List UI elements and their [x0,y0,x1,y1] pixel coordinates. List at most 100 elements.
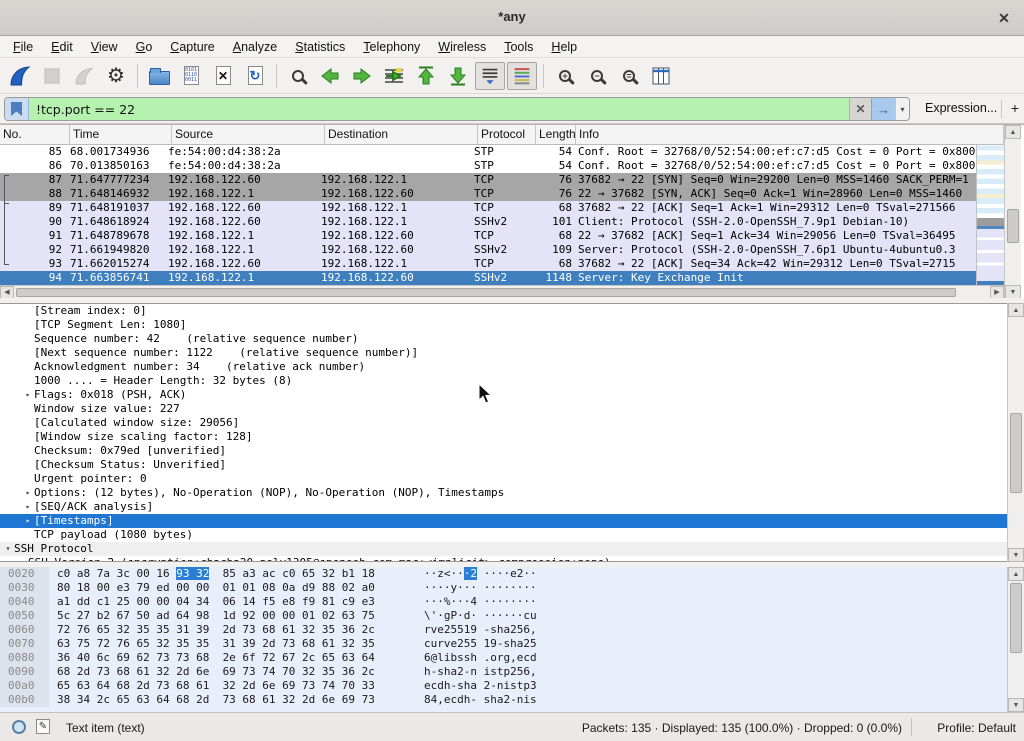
hex-ascii[interactable]: ···%···4 ········ [416,595,537,609]
scrollbar-thumb[interactable] [1010,583,1022,653]
menu-edit[interactable]: Edit [42,37,82,58]
close-file-icon[interactable]: ✕ [208,62,238,90]
menu-view[interactable]: View [82,37,127,58]
hex-scrollbar[interactable]: ▲ ▼ [1007,567,1024,712]
hex-ascii[interactable]: \'·gP·d· ······cu [416,609,537,623]
filter-clear-icon[interactable]: ✕ [849,98,871,120]
hex-ascii[interactable]: ecdh-sha 2-nistp3 [416,679,537,693]
next-packet-icon[interactable] [347,62,377,90]
hex-row[interactable]: 006072 76 65 32 35 35 31 39 2d 73 68 61 … [0,623,1024,637]
filter-bookmark-icon[interactable] [5,98,29,120]
detail-line[interactable]: Checksum: 0x79ed [unverified] [0,444,1024,458]
scroll-down-icon[interactable]: ▼ [1005,285,1021,299]
resize-columns-icon[interactable] [646,62,676,90]
hex-row[interactable]: 0040a1 dd c1 25 00 00 04 34 06 14 f5 e8 … [0,595,1024,609]
scroll-up-icon[interactable]: ▲ [1008,567,1024,581]
expert-info-icon[interactable] [12,720,26,734]
hex-bytes[interactable]: 65 63 64 68 2d 73 68 61 32 2d 6e 69 73 7… [49,679,416,693]
column-source[interactable]: Source [172,125,325,144]
detail-line[interactable]: Acknowledgment number: 34 (relative ack … [0,360,1024,374]
menu-statistics[interactable]: Statistics [286,37,354,58]
packet-row[interactable]: 8871.648146932192.168.122.1192.168.122.6… [0,187,976,201]
detail-line[interactable]: [Calculated window size: 29056] [0,416,1024,430]
detail-line[interactable]: [Next sequence number: 1122 (relative se… [0,346,1024,360]
hex-ascii-selected[interactable]: ·2 [464,567,477,580]
detail-line[interactable]: Sequence number: 42 (relative sequence n… [0,332,1024,346]
detail-line[interactable]: [Window size scaling factor: 128] [0,430,1024,444]
hex-bytes[interactable]: 80 18 00 e3 79 ed 00 00 01 01 08 0a d9 8… [49,581,416,595]
status-profile[interactable]: Profile: Default [937,721,1016,735]
packet-row[interactable]: 8568.001734936fe:54:00:d4:38:2aSTP54Conf… [0,145,976,159]
hex-ascii[interactable]: 84,ecdh- sha2-nis [416,693,537,707]
go-to-packet-icon[interactable] [379,62,409,90]
hex-ascii[interactable]: ··z<·· [424,567,464,580]
previous-packet-icon[interactable] [315,62,345,90]
detail-line[interactable]: ▸[SEQ/ACK analysis] [0,500,1024,514]
first-packet-icon[interactable] [411,62,441,90]
packet-row-selected[interactable]: 9471.663856741192.168.122.1192.168.122.6… [0,271,976,285]
hex-ascii[interactable]: rve25519 -sha256, [416,623,537,637]
save-file-icon[interactable]: 010101100011 [176,62,206,90]
capture-options-icon[interactable]: ⚙ [101,62,131,90]
packet-row[interactable]: 9271.661949820192.168.122.1192.168.122.6… [0,243,976,257]
detail-line[interactable]: ▸Flags: 0x018 (PSH, ACK) [0,388,1024,402]
menu-file[interactable]: File [4,37,42,58]
last-packet-icon[interactable] [443,62,473,90]
menu-go[interactable]: Go [127,37,162,58]
hex-bytes[interactable]: 38 34 2c 65 63 64 68 2d 73 68 61 32 2d 6… [49,693,416,707]
open-file-icon[interactable] [144,62,174,90]
column-no[interactable]: No. [0,125,70,144]
close-icon[interactable]: ✕ [994,8,1014,28]
packet-list-scrollbar[interactable]: ▲ ▼ [1004,125,1021,299]
display-filter-input[interactable]: !tcp.port == 22 [29,98,849,120]
menu-tools[interactable]: Tools [495,37,542,58]
hex-bytes[interactable]: 85 a3 ac c0 65 32 b1 18 [209,567,375,580]
detail-line[interactable]: Window size value: 227 [0,402,1024,416]
detail-line-selected[interactable]: ▸[Timestamps] [0,514,1024,528]
filter-apply-icon[interactable]: → [871,98,895,120]
hex-row[interactable]: 007063 75 72 76 65 32 35 35 31 39 2d 73 … [0,637,1024,651]
scrollbar-thumb[interactable] [16,288,956,297]
detail-line[interactable]: [Checksum Status: Unverified] [0,458,1024,472]
menu-capture[interactable]: Capture [161,37,223,58]
reload-file-icon[interactable]: ↻ [240,62,270,90]
detail-line[interactable]: [TCP Segment Len: 1080] [0,318,1024,332]
detail-line[interactable]: Urgent pointer: 0 [0,472,1024,486]
colorize-icon[interactable] [507,62,537,90]
intelligent-scrollbar-minimap[interactable] [976,145,1004,285]
menu-help[interactable]: Help [542,37,586,58]
hex-bytes[interactable]: 5c 27 b2 67 50 ad 64 98 1d 92 00 00 01 0… [49,609,416,623]
title-bar[interactable]: *any ✕ [0,0,1024,36]
hex-row[interactable]: 003080 18 00 e3 79 ed 00 00 01 01 08 0a … [0,581,1024,595]
column-info[interactable]: Info [576,125,1004,144]
column-length[interactable]: Length [536,125,576,144]
hex-ascii[interactable]: curve255 19-sha25 [416,637,537,651]
scroll-up-icon[interactable]: ▲ [1005,125,1021,139]
packet-row[interactable]: 9371.662015274192.168.122.60192.168.122.… [0,257,976,271]
hex-row[interactable]: 0020c0 a8 7a 3c 00 16 93 32 85 a3 ac c0 … [0,567,1024,581]
detail-line[interactable]: [Stream index: 0] [0,304,1024,318]
hex-bytes[interactable]: c0 a8 7a 3c 00 16 [57,567,176,580]
hex-row[interactable]: 00505c 27 b2 67 50 ad 64 98 1d 92 00 00 … [0,609,1024,623]
find-packet-icon[interactable] [283,62,313,90]
auto-scroll-icon[interactable] [475,62,505,90]
hex-selected-bytes[interactable]: 93 32 [176,567,209,580]
expression-button[interactable]: Expression... [925,101,997,115]
scrollbar-thumb[interactable] [1007,209,1019,243]
packet-row[interactable]: 9071.648618924192.168.122.60192.168.122.… [0,215,976,229]
start-capture-icon[interactable] [5,62,35,90]
hex-bytes[interactable]: 36 40 6c 69 62 73 73 68 2e 6f 72 67 2c 6… [49,651,416,665]
column-destination[interactable]: Destination [325,125,478,144]
menu-telephony[interactable]: Telephony [354,37,429,58]
hex-ascii[interactable]: ····e2·· [477,567,537,580]
menu-wireless[interactable]: Wireless [429,37,495,58]
hex-bytes[interactable]: 63 75 72 76 65 32 35 35 31 39 2d 73 68 6… [49,637,416,651]
hex-row[interactable]: 009068 2d 73 68 61 32 2d 6e 69 73 74 70 … [0,665,1024,679]
packet-row[interactable]: 8971.648191037192.168.122.60192.168.122.… [0,201,976,215]
packet-row[interactable]: 8670.013850163fe:54:00:d4:38:2aSTP54Conf… [0,159,976,173]
zoom-normal-icon[interactable]: = [614,62,644,90]
zoom-in-icon[interactable]: + [550,62,580,90]
hex-row[interactable]: 008036 40 6c 69 62 73 73 68 2e 6f 72 67 … [0,651,1024,665]
packet-row[interactable]: 9171.648789678192.168.122.1192.168.122.6… [0,229,976,243]
hex-row[interactable]: 00b038 34 2c 65 63 64 68 2d 73 68 61 32 … [0,693,1024,707]
